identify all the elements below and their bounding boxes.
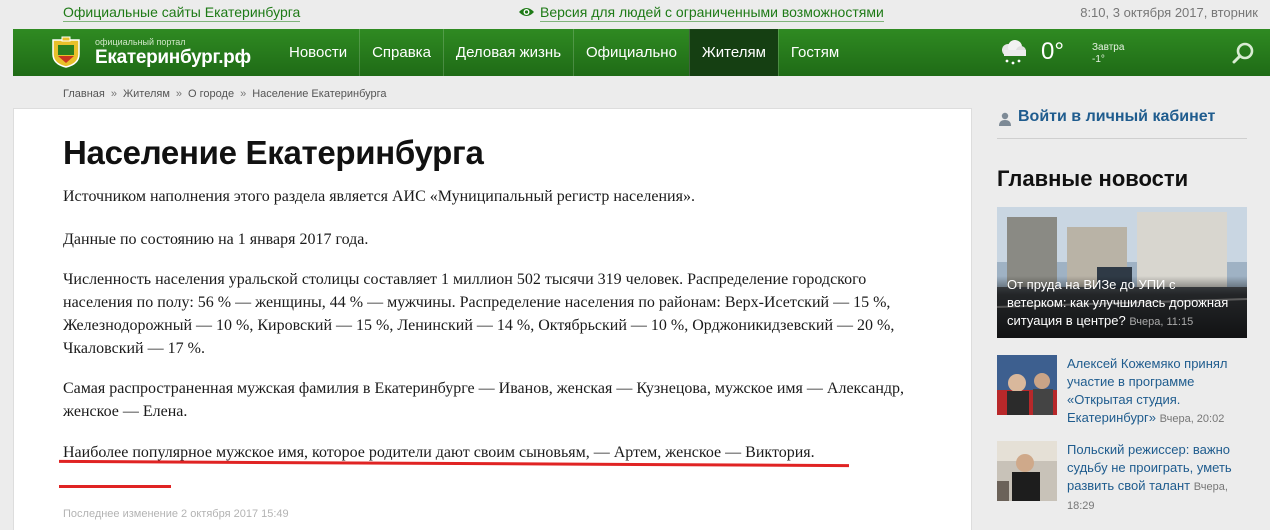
eye-icon[interactable] <box>518 6 535 18</box>
news-item[interactable]: Польский режиссер: важно судьбу не проиг… <box>997 441 1257 512</box>
breadcrumb-residents[interactable]: Жителям <box>123 88 170 100</box>
breadcrumb-separator: » <box>240 88 247 100</box>
tomorrow-forecast: Завтра -1° <box>1092 42 1124 66</box>
last-modified-date: Последнее изменение 2 октября 2017 15:49 <box>63 508 289 520</box>
red-underline-annotation <box>59 485 171 488</box>
article-paragraph: Самая распространенная мужская фамилия в… <box>63 380 905 420</box>
breadcrumb-separator: » <box>175 88 183 100</box>
sidebar-divider <box>997 138 1247 139</box>
main-news-heading: Главные новости <box>997 166 1189 191</box>
breadcrumb-about-city[interactable]: О городе <box>188 88 234 100</box>
nav-official[interactable]: Официально <box>573 29 689 76</box>
logo-subtitle: официальный портал <box>95 37 186 47</box>
city-emblem-icon[interactable] <box>49 36 83 68</box>
nav-guests[interactable]: Гостям <box>777 29 851 76</box>
current-temperature: 0° <box>1041 38 1064 65</box>
site-logo-text[interactable]: Екатеринбург.рф <box>95 47 251 69</box>
official-sites-link[interactable]: Официальные сайты Екатеринбурга <box>63 4 301 22</box>
news-thumbnail <box>997 355 1057 415</box>
article-card: Население Екатеринбурга Источником напол… <box>13 108 972 530</box>
article-paragraph: Данные по состоянию на 1 января 2017 год… <box>63 231 369 248</box>
breadcrumb: Главная » Жителям » О городе » Население Екате… <box>63 88 387 100</box>
user-icon <box>999 112 1011 126</box>
featured-news-caption: От пруда на ВИЗе до УПИ с ветерком: как … <box>997 276 1247 338</box>
article-paragraph: Численность населения уральской столицы … <box>63 271 895 357</box>
breadcrumb-current: Население Екатеринбурга <box>252 88 387 100</box>
current-datetime: 8:10, 3 октября 2017, вторник <box>1080 5 1258 20</box>
nav-residents[interactable]: Жителям <box>688 29 778 76</box>
top-utility-bar: Официальные сайты Екатеринбурга Версия д… <box>0 0 1270 28</box>
news-item[interactable]: Алексей Кожемяко принял участие в програ… <box>997 355 1257 425</box>
login-link[interactable]: Войти в личный кабинет <box>1018 108 1215 126</box>
article-paragraph: Источником наполнения этого раздела явля… <box>63 188 695 205</box>
nav-business[interactable]: Деловая жизнь <box>442 29 573 76</box>
nav-reference[interactable]: Справка <box>359 29 443 76</box>
news-text: Алексей Кожемяко принял участие в програ… <box>1067 355 1257 428</box>
tomorrow-temperature: -1° <box>1092 54 1105 65</box>
accessibility-version-link[interactable]: Версия для людей с ограниченными возможн… <box>540 4 884 22</box>
news-time: Вчера, 20:02 <box>1159 413 1225 425</box>
search-icon[interactable] <box>1232 41 1256 65</box>
news-thumbnail <box>997 441 1057 501</box>
page-title: Население Екатеринбурга <box>63 134 484 171</box>
news-text: Польский режиссер: важно судьбу не проиг… <box>1067 441 1257 515</box>
tomorrow-label: Завтра <box>1092 42 1125 53</box>
news-time: Вчера, 11:15 <box>1129 316 1194 328</box>
main-nav: Новости Справка Деловая жизнь Официально… <box>277 29 851 76</box>
main-header: официальный портал Екатеринбург.рф Новос… <box>13 29 1270 76</box>
breadcrumb-home[interactable]: Главная <box>63 88 105 100</box>
featured-news-card[interactable]: От пруда на ВИЗе до УПИ с ветерком: как … <box>997 207 1247 338</box>
snow-cloud-icon <box>1002 40 1026 65</box>
nav-news[interactable]: Новости <box>277 29 359 76</box>
featured-news-title: От пруда на ВИЗе до УПИ с ветерком: как … <box>1007 277 1229 328</box>
breadcrumb-separator: » <box>110 88 117 100</box>
